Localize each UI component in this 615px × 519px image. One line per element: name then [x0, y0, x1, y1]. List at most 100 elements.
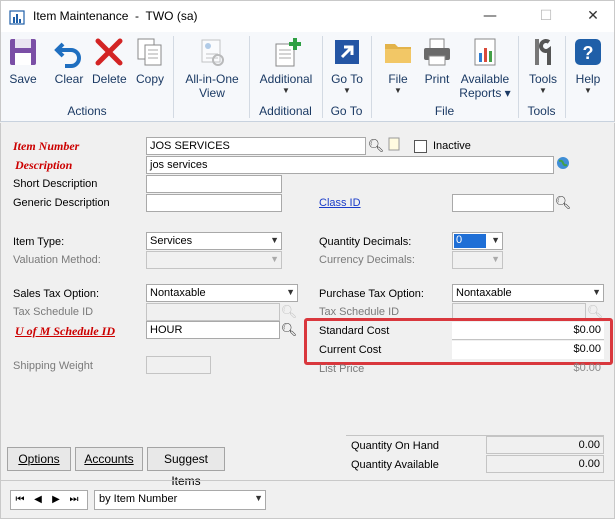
print-button[interactable]: Print: [421, 36, 453, 86]
all-in-one-view-icon: [201, 39, 224, 66]
quantity-available-field: 0.00: [486, 455, 604, 473]
short-description-label: Short Description: [13, 178, 98, 190]
globe-icon[interactable]: [554, 156, 572, 174]
tools-label: Tools: [528, 72, 557, 86]
additional-label: Additional: [259, 72, 313, 86]
lookup-icon[interactable]: 🔍︎: [280, 303, 298, 321]
save-button[interactable]: Save: [7, 36, 39, 86]
uofm-schedule-field[interactable]: HOUR: [146, 321, 280, 339]
description-label: Description: [15, 158, 73, 172]
close-button[interactable]: ✕: [570, 1, 615, 32]
shipping-weight-field[interactable]: [146, 356, 211, 374]
tools-button[interactable]: Tools ▼: [526, 36, 560, 95]
quantity-decimals-select[interactable]: 0 ▼: [452, 232, 503, 250]
class-id-field[interactable]: [452, 194, 554, 212]
short-description-field[interactable]: [146, 175, 282, 193]
group-label-actions: Actions: [67, 104, 107, 118]
dropdown-caret-icon: ▼: [539, 86, 547, 95]
item-type-label: Item Type:: [13, 236, 65, 248]
chevron-down-icon: ▼: [491, 254, 500, 264]
clear-button[interactable]: Clear: [53, 36, 85, 86]
available-label-2: Reports ▾: [459, 86, 511, 100]
lookup-icon[interactable]: 🔍︎: [367, 137, 385, 155]
first-record-icon[interactable]: ⏮: [11, 491, 29, 509]
additional-button[interactable]: Additional ▼: [257, 36, 315, 95]
copy-button[interactable]: Copy: [134, 36, 166, 86]
generic-description-field[interactable]: [146, 194, 282, 212]
delete-button[interactable]: Delete: [92, 36, 127, 86]
all-in-one-label-1: All-in-One: [185, 72, 239, 86]
file-button[interactable]: File ▼: [381, 36, 415, 95]
inactive-label: Inactive: [433, 140, 471, 152]
ribbon-separator: [565, 36, 566, 118]
highlight-box: [304, 318, 613, 365]
description-field[interactable]: jos services: [146, 156, 554, 174]
previous-record-icon[interactable]: ◀: [29, 491, 47, 509]
window-title: Item Maintenance - TWO (sa): [33, 9, 198, 23]
valuation-method-label: Valuation Method:: [13, 254, 101, 266]
copy-label: Copy: [135, 72, 164, 86]
sort-order-value: by Item Number: [99, 493, 178, 505]
sort-order-select[interactable]: by Item Number ▼: [94, 490, 266, 510]
goto-label: Go To: [331, 72, 363, 86]
help-button[interactable]: ? Help ▼: [571, 36, 605, 95]
undo-arrow-icon: [54, 42, 81, 68]
suggest-items-button[interactable]: Suggest Items: [147, 447, 225, 488]
item-type-select[interactable]: Services ▼: [146, 232, 282, 250]
available-reports-button[interactable]: Available Reports ▾: [459, 36, 511, 100]
item-form: Item Number JOS SERVICES 🔍︎ Inactive Des…: [0, 123, 615, 519]
reports-chart-icon: [474, 38, 496, 66]
sales-tax-schedule-field[interactable]: [146, 303, 280, 321]
options-button[interactable]: Options: [7, 447, 71, 471]
chevron-down-icon: ▼: [254, 493, 263, 503]
sales-tax-option-label: Sales Tax Option:: [13, 288, 100, 300]
dropdown-caret-icon: ▼: [343, 86, 351, 95]
valuation-method-select[interactable]: ▼: [146, 251, 282, 269]
dropdown-caret-icon: ▼: [584, 86, 592, 95]
dropdown-caret-icon: ▼: [282, 86, 290, 95]
currency-decimals-label: Currency Decimals:: [319, 254, 415, 266]
lookup-icon[interactable]: 🔍︎: [554, 194, 572, 212]
purchase-tax-schedule-label: Tax Schedule ID: [319, 306, 400, 318]
chevron-down-icon: ▼: [592, 287, 601, 297]
printer-icon: [424, 38, 450, 66]
minimize-button[interactable]: —: [467, 1, 513, 32]
class-id-link[interactable]: Class ID: [319, 197, 361, 209]
chevron-down-icon: ▼: [270, 235, 279, 245]
help-label: Help: [575, 72, 601, 86]
lookup-icon[interactable]: 🔍︎: [280, 321, 298, 339]
record-navigator: ⏮ ◀ ▶ ⏭: [10, 490, 88, 510]
all-in-one-label-2: View: [199, 86, 225, 100]
item-type-value: Services: [150, 235, 193, 247]
uofm-schedule-link[interactable]: U of M Schedule ID: [15, 324, 115, 339]
suggest-items-label: Suggest Items: [163, 452, 209, 488]
sales-tax-option-select[interactable]: Nontaxable ▼: [146, 284, 298, 302]
next-record-icon[interactable]: ▶: [47, 491, 65, 509]
all-in-one-view-button[interactable]: All-in-One View: [181, 36, 243, 100]
maximize-button[interactable]: ☐: [523, 1, 569, 32]
quantity-decimals-value: 0: [454, 234, 486, 248]
purchase-tax-option-select[interactable]: Nontaxable ▼: [452, 284, 604, 302]
accounts-button[interactable]: Accounts: [75, 447, 143, 471]
goto-button[interactable]: Go To ▼: [330, 36, 364, 95]
ribbon-toolbar: Save Clear Delete Copy All-in-One View A…: [0, 32, 615, 122]
copy-pages-icon: [137, 38, 162, 66]
floppy-disk-icon: [10, 39, 36, 65]
note-icon[interactable]: [385, 137, 403, 155]
inactive-checkbox[interactable]: [414, 140, 427, 153]
currency-decimals-select[interactable]: ▼: [452, 251, 503, 269]
sales-tax-option-value: Nontaxable: [150, 287, 206, 299]
list-price-field: $0.00: [573, 362, 601, 374]
item-number-field[interactable]: JOS SERVICES: [146, 137, 366, 155]
red-x-icon: [95, 38, 123, 66]
save-label: Save: [9, 72, 37, 86]
delete-label: Delete: [92, 72, 127, 86]
last-record-icon[interactable]: ⏭: [65, 491, 83, 509]
quantity-on-hand-field: 0.00: [486, 436, 604, 454]
sales-tax-schedule-label: Tax Schedule ID: [13, 306, 94, 318]
title-bar: Item Maintenance - TWO (sa) — ☐ ✕: [0, 0, 615, 32]
available-label-1: Available: [460, 72, 510, 86]
help-question-icon: ?: [575, 39, 601, 65]
wrench-screwdriver-icon: [535, 39, 551, 65]
chevron-down-icon: ▼: [270, 254, 279, 264]
